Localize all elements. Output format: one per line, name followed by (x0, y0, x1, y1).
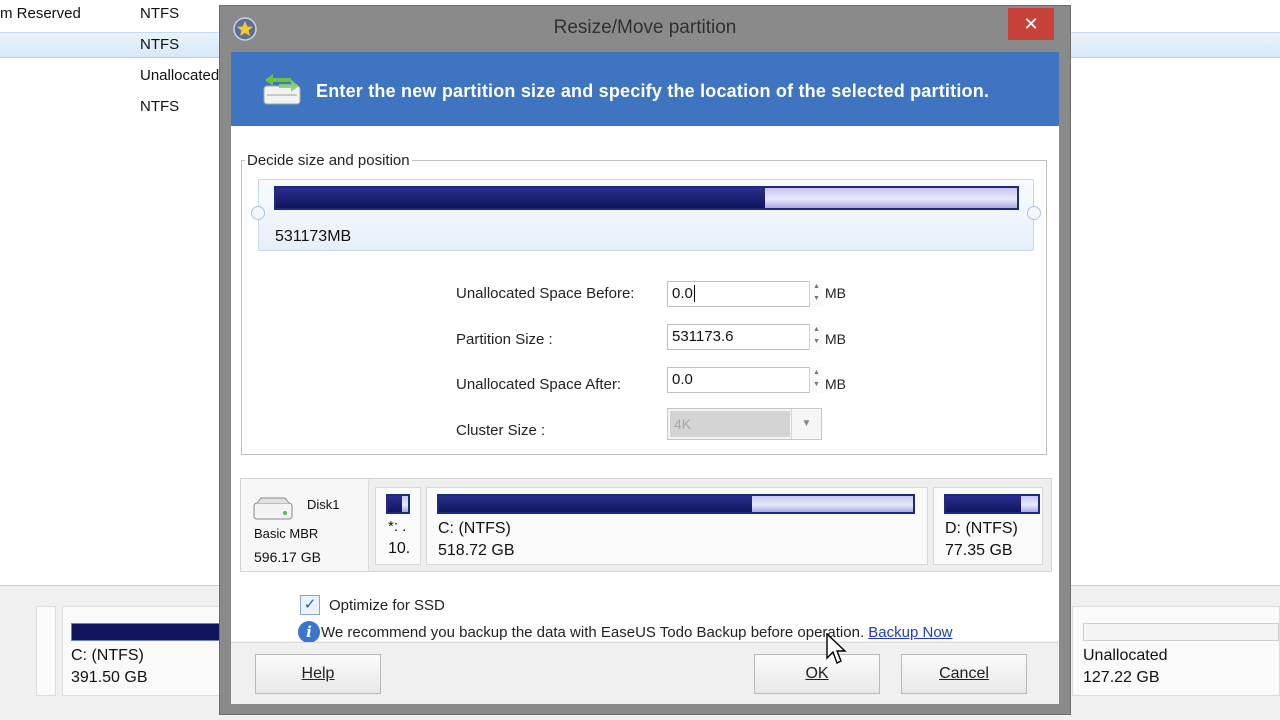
partition-size-slider[interactable]: 531173MB (251, 179, 1041, 251)
group-title: Decide size and position (245, 152, 412, 169)
right-resize-handle[interactable] (1027, 206, 1041, 220)
partition-system-reserved[interactable]: *: . 10. (375, 487, 421, 565)
unit-label: MB (825, 331, 846, 347)
partition-label: C: (NTFS) (438, 520, 511, 537)
partition-label: D: (NTFS) (945, 520, 1018, 537)
unit-label: MB (825, 376, 846, 392)
title-bar[interactable]: Resize/Move partition ✕ (220, 6, 1070, 52)
unalloc-after-value: 0.0 (672, 371, 693, 388)
bg-row-fs: NTFS (140, 5, 180, 22)
chevron-down-icon[interactable]: ▼ (791, 409, 821, 439)
backup-notice: We recommend you backup the data with Ea… (321, 624, 953, 641)
partition-usage-bar (944, 494, 1040, 514)
unalloc-after-label: Unallocated Space After: (456, 376, 622, 393)
partition-size-field-label: Partition Size : (456, 331, 553, 348)
cluster-size-label: Cluster Size : (456, 422, 546, 439)
unalloc-before-value: 0.0 (672, 285, 693, 302)
unalloc-after-input[interactable]: 0.0 (667, 367, 823, 393)
banner-text: Enter the new partition size and specify… (316, 81, 990, 101)
partition-usage-bar (437, 494, 915, 514)
disk-size: 596.17 GB (254, 549, 321, 565)
partition-size-input[interactable]: 531173.6 (667, 324, 823, 350)
mouse-pointer-icon (826, 633, 847, 664)
disk-type: Basic MBR (254, 526, 319, 541)
unalloc-before-label: Unallocated Space Before: (456, 285, 635, 302)
resize-move-dialog: Resize/Move partition ✕ Enter the new pa… (219, 5, 1071, 715)
cancel-button-label: Cancel (939, 665, 989, 682)
optimize-ssd-label: Optimize for SSD (329, 597, 445, 614)
info-icon: i (298, 621, 320, 643)
bg-partition-unallocated[interactable]: Unallocated 127.22 GB (1072, 606, 1280, 696)
cluster-size-dropdown[interactable]: 4K ▼ (667, 408, 822, 440)
backup-notice-text: We recommend you backup the data with Ea… (321, 624, 865, 641)
bg-partition-small[interactable] (36, 606, 56, 696)
bg-c-size: 391.50 GB (71, 669, 148, 686)
partition-c[interactable]: C: (NTFS) 518.72 GB (426, 487, 928, 565)
disk-map: Disk1 Basic MBR 596.17 GB *: . 10. C: (N… (240, 478, 1052, 572)
bg-unalloc-label: Unallocated (1083, 647, 1168, 664)
bg-row-fs: NTFS (140, 98, 180, 115)
cluster-size-value: 4K (670, 411, 790, 437)
partition-d[interactable]: D: (NTFS) 77.35 GB (933, 487, 1043, 565)
partition-size: 10. (388, 540, 411, 557)
disk-info[interactable]: Disk1 Basic MBR 596.17 GB (241, 479, 369, 571)
left-resize-handle[interactable] (251, 206, 265, 220)
partition-size: 518.72 GB (438, 542, 515, 559)
partition-size: 77.35 GB (945, 542, 1013, 559)
header-banner: Enter the new partition size and specify… (231, 52, 1059, 126)
dialog-client: Enter the new partition size and specify… (231, 52, 1059, 704)
backup-now-link[interactable]: Backup Now (868, 624, 952, 641)
cancel-button[interactable]: Cancel (901, 654, 1027, 694)
partition-arrows-icon (263, 74, 301, 105)
partition-size-value: 531173.6 (672, 328, 734, 345)
close-button[interactable]: ✕ (1008, 8, 1054, 40)
bg-c-label: C: (NTFS) (71, 647, 144, 664)
bg-row-fs: NTFS (140, 36, 180, 53)
partition-size-spinner[interactable]: ▲ ▼ (809, 324, 823, 350)
disk-name: Disk1 (307, 497, 340, 512)
partition-label: *: . (388, 518, 407, 535)
ok-button-label: OK (805, 665, 829, 682)
bg-unalloc-size: 127.22 GB (1083, 669, 1160, 686)
unalloc-before-spinner[interactable]: ▲ ▼ (809, 281, 823, 307)
bg-row-fs: Unallocated (140, 67, 220, 84)
bg-row-name: m Reserved (0, 5, 81, 22)
slider-used-fill (276, 188, 766, 208)
partition-usage-bar (386, 494, 410, 514)
dialog-title: Resize/Move partition (553, 17, 737, 38)
unalloc-after-spinner[interactable]: ▲ ▼ (809, 367, 823, 393)
help-button[interactable]: Help (255, 654, 381, 694)
bg-partition-c[interactable]: C: (NTFS) 391.50 GB (62, 606, 222, 696)
optimize-ssd-checkbox[interactable]: ✓ (300, 595, 320, 615)
help-button-label: Help (301, 665, 335, 682)
partition-size-label: 531173MB (275, 228, 352, 245)
ok-button[interactable]: OK (754, 654, 880, 694)
slider-bar[interactable] (274, 186, 1019, 210)
unit-label: MB (825, 285, 846, 301)
unalloc-before-input[interactable]: 0.0 (667, 281, 823, 307)
hard-disk-icon (253, 497, 293, 520)
